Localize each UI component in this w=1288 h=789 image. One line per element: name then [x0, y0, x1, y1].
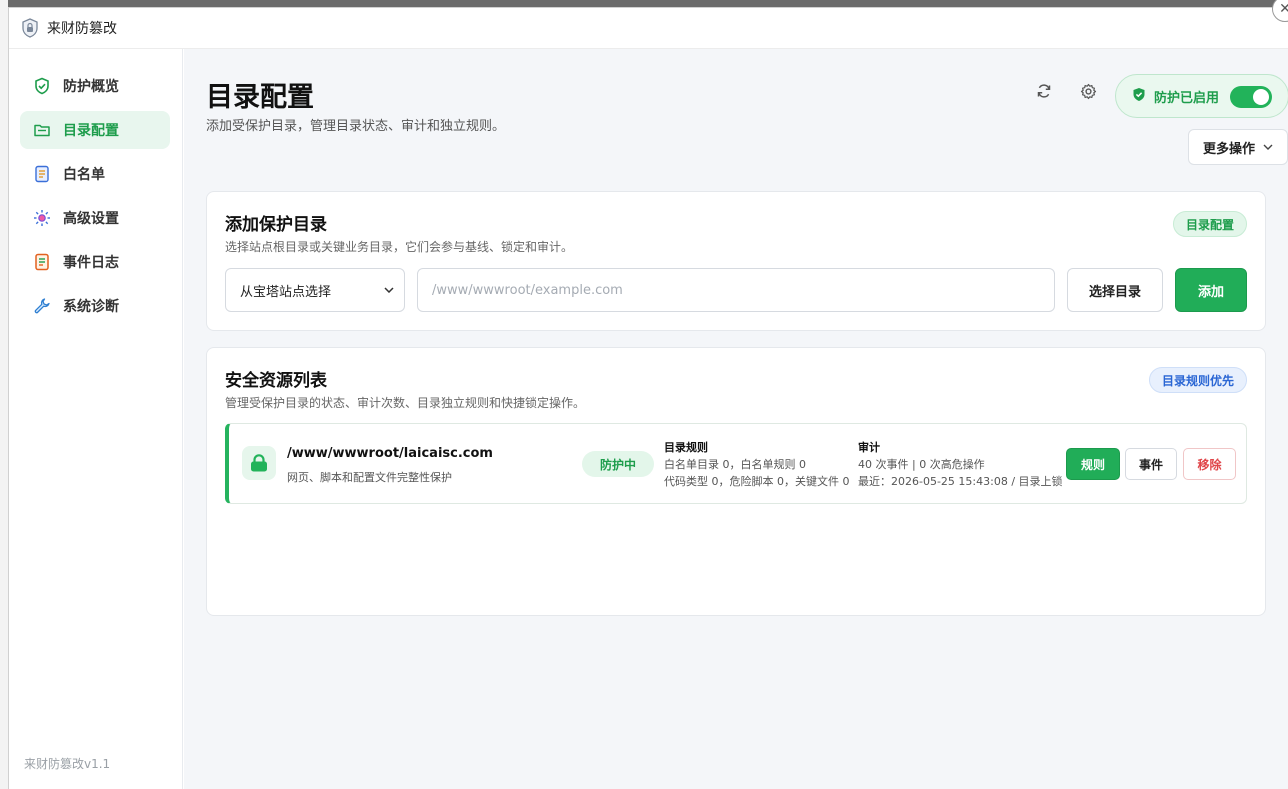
more-actions-label: 更多操作 — [1202, 141, 1255, 157]
main-content: 目录配置 添加受保护目录，管理目录状态、审计和独立规则。 防护已启用 更多操作 — [184, 49, 1288, 789]
page-header: 目录配置 添加受保护目录，管理目录状态、审计和独立规则。 防护已启用 更多操作 — [206, 49, 1288, 184]
card-title: 添加保护目录 — [225, 215, 327, 235]
events-button[interactable]: 事件 — [1125, 448, 1177, 480]
audit-title: 审计 — [858, 441, 880, 454]
site-select-value: 从宝塔站点选择 — [240, 284, 332, 300]
sidebar-item-overview[interactable]: 防护概览 — [20, 67, 170, 105]
sidebar-item-directory-config[interactable]: 目录配置 — [20, 111, 170, 149]
sidebar-item-label: 防护概览 — [63, 79, 119, 95]
sidebar-item-label: 事件日志 — [63, 255, 119, 271]
add-button[interactable]: 添加 — [1175, 268, 1247, 312]
sidebar-item-label: 白名单 — [63, 167, 105, 183]
shield-check-icon — [33, 77, 51, 95]
folder-icon — [33, 121, 51, 139]
directory-rules-summary: 目录规则 白名单目录 0，白名单规则 0 代码类型 0，危险脚本 0，关键文件 … — [664, 439, 849, 490]
refresh-icon[interactable] — [1032, 79, 1056, 103]
wrench-icon — [33, 297, 51, 315]
window-title: 来财防篡改 — [47, 21, 117, 37]
app-window: ✕ 来财防篡改 防护概览 目录配置 白名单 高级设置 事件日志 系统诊断 来财防… — [8, 0, 1288, 789]
chevron-down-icon — [384, 285, 394, 296]
security-resource-list-card: 安全资源列表 管理受保护目录的状态、审计次数、目录独立规则和快捷锁定操作。 目录… — [206, 347, 1266, 616]
chevron-down-icon — [1263, 142, 1273, 153]
audit-summary: 审计 40 次事件 | 0 次高危操作 最近：2026-05-25 15:43:… — [858, 439, 1063, 490]
protection-status-pill: 防护已启用 — [1115, 74, 1288, 118]
rules-button[interactable]: 规则 — [1066, 448, 1120, 480]
directory-config-tag: 目录配置 — [1172, 211, 1247, 237]
page-subtitle: 添加受保护目录，管理目录状态、审计和独立规则。 — [206, 119, 506, 134]
card-description: 选择站点根目录或关键业务目录，它们会参与基线、锁定和审计。 — [225, 240, 574, 254]
audit-line: 40 次事件 | 0 次高危操作 — [858, 458, 985, 471]
lock-icon — [242, 446, 276, 480]
version-label: 来财防篡改v1.1 — [24, 757, 111, 771]
title-bar: 来财防篡改 — [9, 8, 1288, 49]
remove-button[interactable]: 移除 — [1183, 448, 1236, 480]
sidebar-item-label: 目录配置 — [63, 123, 119, 139]
choose-directory-button[interactable]: 选择目录 — [1067, 268, 1163, 312]
directory-path: /www/wwwroot/laicaisc.com — [287, 446, 493, 461]
app-shield-icon — [22, 18, 38, 38]
audit-line: 最近：2026-05-25 15:43:08 / 目录上锁 — [858, 475, 1063, 488]
shield-check-icon — [1132, 87, 1146, 106]
card-description: 管理受保护目录的状态、审计次数、目录独立规则和快捷锁定操作。 — [225, 396, 586, 410]
rules-title: 目录规则 — [664, 441, 708, 454]
more-actions-button[interactable]: 更多操作 — [1188, 129, 1288, 165]
sidebar-item-event-log[interactable]: 事件日志 — [20, 243, 170, 281]
background-app-strip — [0, 0, 8, 789]
protection-label: 防护已启用 — [1154, 90, 1220, 106]
document-list-icon — [33, 165, 51, 183]
status-badge: 防护中 — [582, 451, 654, 477]
list-item: /www/wwwroot/laicaisc.com 网页、脚本和配置文件完整性保… — [225, 423, 1247, 504]
add-directory-card: 添加保护目录 选择站点根目录或关键业务目录，它们会参与基线、锁定和审计。 目录配… — [206, 191, 1266, 331]
directory-rule-priority-tag: 目录规则优先 — [1148, 367, 1247, 393]
rules-line: 白名单目录 0，白名单规则 0 — [664, 458, 806, 471]
sidebar-item-label: 系统诊断 — [63, 299, 119, 315]
sidebar-item-advanced[interactable]: 高级设置 — [20, 199, 170, 237]
log-icon — [33, 253, 51, 271]
sidebar-item-diagnostics[interactable]: 系统诊断 — [20, 287, 170, 325]
directory-path-input[interactable] — [417, 268, 1055, 312]
site-select-dropdown[interactable]: 从宝塔站点选择 — [225, 268, 405, 312]
sidebar-item-label: 高级设置 — [63, 211, 119, 227]
card-title: 安全资源列表 — [225, 371, 327, 391]
page-title: 目录配置 — [206, 82, 314, 113]
sidebar: 防护概览 目录配置 白名单 高级设置 事件日志 系统诊断 来财防篡改v1.1 — [9, 49, 183, 789]
gear-icon[interactable] — [1076, 79, 1100, 103]
directory-description: 网页、脚本和配置文件完整性保护 — [287, 471, 452, 484]
sidebar-item-whitelist[interactable]: 白名单 — [20, 155, 170, 193]
rules-line: 代码类型 0，危险脚本 0，关键文件 0 — [664, 475, 850, 488]
protection-toggle[interactable] — [1230, 86, 1272, 108]
sun-gear-icon — [33, 209, 51, 227]
